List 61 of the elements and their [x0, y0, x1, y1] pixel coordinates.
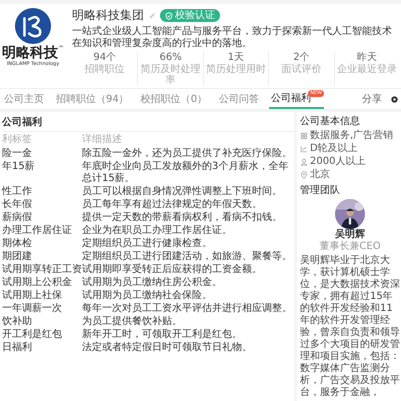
column-header: 详细描述	[82, 134, 123, 146]
stat-value: 1天	[228, 52, 244, 64]
benefit-description: 员工每年享有超过法律规定的年假天数。	[82, 199, 263, 211]
tab[interactable]: 公司主页	[2, 89, 46, 109]
verified-badge: 校验认证	[160, 9, 220, 22]
benefit-description: 员工可以根据自身情况弹性调整上下班时间。	[82, 186, 283, 198]
stat-value: 昨天	[356, 52, 377, 64]
stat-value: 94个	[93, 52, 116, 64]
benefit-tag: 性工作	[2, 186, 82, 198]
member-name: 吴明辉	[335, 229, 365, 240]
info-text: D轮及以上	[310, 143, 358, 155]
benefit-tag: 期团建	[2, 251, 82, 263]
stat-value: 2个	[293, 52, 310, 64]
benefit-tag: 试用期上社保	[2, 290, 82, 302]
benefit-tag: 开工利是红包	[2, 329, 82, 341]
benefit-description: 企业为在职员工办理工作居住证。	[82, 225, 233, 237]
benefit-description: 除五险一金外，还为员工提供了补充医疗保险。	[82, 148, 293, 160]
benefit-description: 每年一次对员工工资水平评估并进行相应调整。	[82, 303, 293, 315]
benefit-tag: 日福利	[2, 342, 82, 354]
tab[interactable]: 公司问答	[217, 89, 262, 109]
benefit-description: 法定或者特定假日时可领取节日礼物。	[82, 342, 253, 354]
stat-label: 简历及时处理率	[140, 64, 202, 86]
benefit-description: 为员工提供餐饮补贴。	[82, 316, 183, 328]
info-text: 北京	[310, 169, 330, 181]
column-header: 利标签	[2, 134, 33, 146]
benefit-description: 试用期即享受转正后应获得的工资金额。	[82, 264, 263, 276]
benefit-description: 年底时企业向员工发放额外的3个月薪水，全年总计15薪。	[82, 161, 290, 185]
benefit-tag: 期体检	[2, 238, 82, 250]
benefit-tag: 一年调薪一次	[2, 303, 82, 315]
logo-text: 明略科技	[2, 45, 58, 61]
benefit-description: 提供一定天数的带薪看病权利，看病不扣钱。	[82, 212, 283, 224]
benefit-tag: 试用期上公积金	[2, 277, 82, 289]
info-text: 2000人以上	[310, 156, 366, 168]
benefit-tag: 办理工作居住证	[2, 225, 82, 237]
benefit-tag: 险一金	[2, 148, 82, 160]
member-bio: 吴明辉毕业于北京大学，获计算机硕士学位，是大数据技术资深专家，拥有超过15年的软件开发经验和11年的软件开发管理经验，曾亲自负责和领导过多个大项目的研发管理和项目实施，包括：数字媒体广告监测分析，广告交易及投放平台，服务于金融，	[300, 255, 400, 399]
stat-label: 招聘职位	[84, 64, 125, 75]
member-title: 董事长兼CEO	[319, 241, 381, 253]
benefit-tag: 薪病假	[2, 212, 82, 224]
section-title: 公司基本信息	[300, 114, 361, 128]
tab[interactable]: 校招职位（0）	[138, 89, 210, 109]
benefit-description: 新年开工时，可领取开工利是红包。	[82, 329, 243, 341]
benefit-description: 定期组织员工进行健康检查。	[82, 238, 213, 250]
benefit-description: 试用期为员工缴纳住房公积金。	[82, 277, 223, 289]
section-title: 公司福利	[2, 115, 294, 132]
benefit-tag: 试用期享转正工资	[2, 264, 82, 276]
tab[interactable]: 招聘职位（94）	[54, 89, 131, 109]
info-text: 数据服务,广告营销	[310, 130, 394, 142]
benefit-tag: 长年假	[2, 199, 82, 211]
benefit-description: 试用期为员工缴纳社会保险。	[82, 290, 213, 302]
stat-label: 企业最近登录	[336, 64, 397, 75]
benefit-tag: 年15薪	[2, 161, 82, 185]
company-name: 明略科技集团	[72, 7, 144, 24]
share-label[interactable]: 分享	[362, 92, 382, 106]
section-title: 管理团队	[300, 184, 341, 197]
benefit-tag: 饮补助	[2, 316, 82, 328]
company-description: 一站式企业级人工智能产品与服务平台，致力于探索新一代人工智能技术在知识和管理复杂度高的行业中的落地。	[72, 26, 393, 50]
stat-label: 简历处理用时	[206, 64, 266, 75]
stat-value: 66%	[159, 52, 182, 64]
benefit-description: 定期组织员工进行团建活动，如旅游、聚餐等。	[82, 251, 293, 263]
stat-label: 面试评价	[281, 64, 322, 75]
